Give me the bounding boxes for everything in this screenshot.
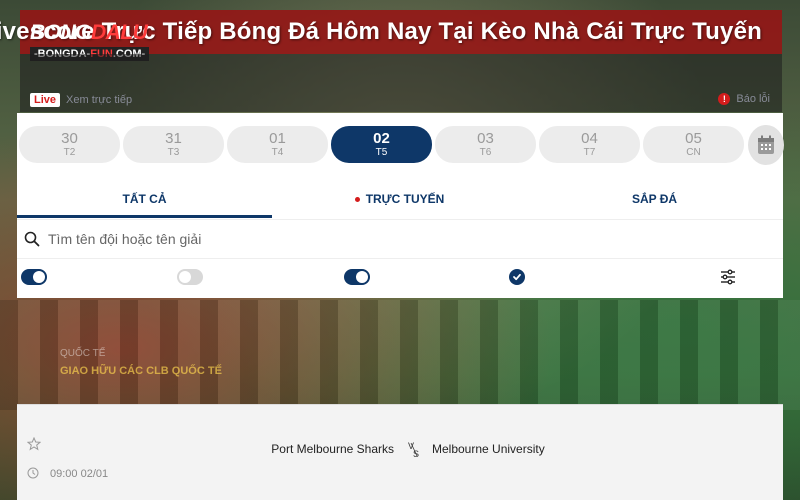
settings-sliders-icon[interactable] [719,268,737,286]
date-item[interactable]: 04 T7 [539,126,640,163]
alert-icon: ! [718,93,731,105]
checkmark-icon[interactable] [509,269,525,285]
match-row[interactable]: 09:00 02/01 Port Melbourne Sharks V S Me… [17,404,783,500]
toggle-switch[interactable] [21,269,47,285]
date-item[interactable]: 31 T3 [123,126,224,163]
versus-icon: V S [408,441,419,459]
tab-upcoming[interactable]: SẮP ĐÁ [527,181,782,217]
date-item[interactable]: 30 T2 [19,126,120,163]
match-time: 09:00 02/01 [50,468,109,480]
svg-text:S: S [413,449,419,459]
date-item[interactable]: 05 CN [643,126,744,163]
search-input[interactable] [48,231,448,247]
live-dot-icon [354,196,360,202]
logo-wordmark: BONGDALU [30,21,148,44]
date-item[interactable]: 01 T4 [227,126,328,163]
toggle-switch[interactable] [177,269,203,285]
calendar-button[interactable] [748,125,784,165]
away-team: Melbourne University [432,442,545,456]
league-header[interactable]: QUỐC TẾ GIAO HỮU CÁC CLB QUỐC TẾ [60,348,222,377]
livescore-panel: 30 T2 31 T3 01 T4 02 T5 03 T6 04 T7 05 CN TẤT C… [17,113,784,298]
search-bar [17,219,783,259]
filter-row [17,260,783,298]
date-item-selected[interactable]: 02 T5 [331,126,432,163]
tab-all[interactable]: TẤT CẢ [17,181,272,218]
report-link-text: Báo lỗi [736,93,770,105]
date-selector: 30 T2 31 T3 01 T4 02 T5 03 T6 04 T7 05 CN [19,126,744,163]
live-link[interactable]: Live Xem trực tiếp [30,93,132,107]
live-badge: Live [30,93,61,107]
home-team: Port Melbourne Sharks [271,442,394,456]
favorite-star-icon[interactable] [27,437,41,451]
league-category: QUỐC TẾ [60,348,106,359]
search-icon [24,231,40,247]
report-link[interactable]: ! Báo lỗi [718,93,770,105]
clock-icon [27,467,39,479]
calendar-icon [758,135,774,154]
league-name: GIAO HỮU CÁC CLB QUỐC TẾ [60,365,222,377]
date-item[interactable]: 03 T6 [435,126,536,163]
header-strip [20,54,782,112]
toggle-switch[interactable] [344,269,370,285]
live-link-text: Xem trực tiếp [66,94,133,106]
match-tabs: TẤT CẢ TRỰC TUYẾN SẮP ĐÁ [17,181,783,218]
tab-live[interactable]: TRỰC TUYẾN [272,181,527,217]
